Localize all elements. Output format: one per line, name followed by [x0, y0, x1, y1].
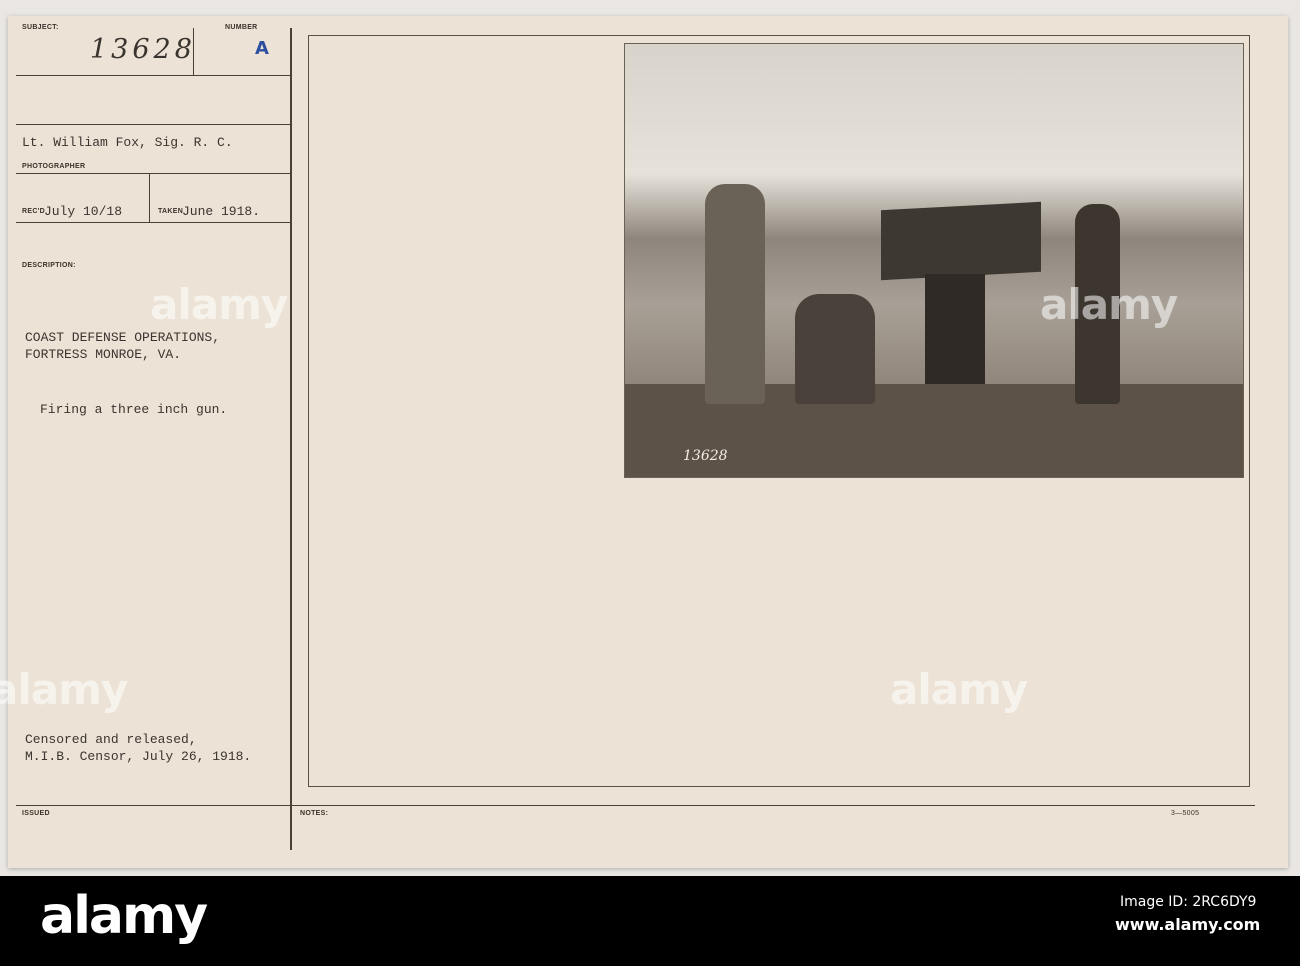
photographer-value: Lt. William Fox, Sig. R. C.	[22, 135, 233, 150]
divider	[16, 173, 290, 174]
caption: Firing a three inch gun.	[40, 402, 228, 417]
gun-mount	[925, 274, 985, 384]
subject-label: SUBJECT:	[22, 24, 59, 31]
received-value: July 10/18	[44, 204, 123, 219]
divider	[16, 124, 290, 125]
number-label: NUMBER	[225, 24, 258, 31]
divider	[290, 28, 292, 850]
alamy-logo: alamy	[40, 886, 208, 946]
alamy-banner: alamy Image ID: 2RC6DY9 www.alamy.com	[0, 876, 1300, 966]
censor-line: Censored and released,	[25, 732, 197, 747]
description-line: COAST DEFENSE OPERATIONS,	[25, 330, 221, 345]
notes-label: NOTES:	[300, 810, 329, 817]
divider	[16, 805, 1255, 806]
received-label: REC'D	[22, 208, 45, 215]
subject-value: 13628	[90, 34, 196, 65]
photo-number: 13628	[683, 448, 728, 464]
soldier	[705, 184, 765, 404]
number-value: A	[255, 38, 269, 59]
watermark: alamy	[150, 280, 288, 329]
photograph-three-inch-gun: 13628	[624, 43, 1244, 478]
issued-label: ISSUED	[22, 810, 50, 817]
divider	[149, 173, 150, 222]
gun-shield	[881, 201, 1041, 281]
form-number: 3—5005	[1171, 810, 1200, 817]
description-label: DESCRIPTION:	[22, 262, 76, 269]
soldier	[795, 294, 875, 404]
censor-line: M.I.B. Censor, July 26, 1918.	[25, 749, 252, 764]
site-url[interactable]: www.alamy.com	[1115, 915, 1260, 934]
watermark: alamy	[0, 665, 128, 714]
image-id: Image ID: 2RC6DY9	[1120, 894, 1257, 910]
divider	[16, 75, 290, 76]
photographer-label: PHOTOGRAPHER	[22, 163, 86, 170]
divider	[16, 222, 290, 223]
description-line: FORTRESS MONROE, VA.	[25, 347, 182, 362]
taken-label: TAKEN	[158, 208, 184, 215]
watermark: alamy	[1040, 280, 1178, 329]
watermark: alamy	[890, 665, 1028, 714]
taken-value: June 1918.	[182, 204, 261, 219]
